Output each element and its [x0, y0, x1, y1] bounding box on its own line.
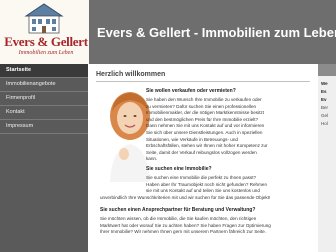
section-body-verkaufen: Sie haben den Wunsch Ihre Immobilie zu v… — [146, 97, 314, 163]
text-line: Seite, damit der Verkauf reibungslos vol… — [146, 149, 257, 155]
section-body-beratung: Sie möchten wissen, ob die Immobilie, di… — [100, 216, 314, 236]
house-logo-icon — [24, 3, 64, 34]
sidebar-item-kontakt[interactable]: Kontakt — [0, 106, 88, 120]
logo-text: Evers & Gellert — [4, 34, 88, 49]
text-line: Situationen, wie Verkäufe in Betreuungs-… — [146, 136, 238, 142]
text-line: sie mit uns Kontakt auf und teilen Sie u… — [146, 188, 260, 194]
text-line: Sie sich über unsere Dienstleistungen. A… — [146, 129, 263, 135]
section-heading-suchen: Sie suchen eine Immobilie? — [146, 166, 212, 172]
sidebar-item-startseite[interactable]: Startseite — [0, 64, 88, 78]
text-line: kann. — [146, 156, 158, 162]
section-heading-beratung: Sie suchen einen Ansprechpartner für Ber… — [100, 207, 256, 213]
right-text: Gel — [321, 113, 329, 118]
text-line: Marktwert hat oder worauf Sie zu achten … — [100, 222, 271, 228]
text-line: und den bestmöglichen Preis für Ihre Imm… — [146, 116, 259, 122]
text-line: Sie möchten wissen, ob die Immobilie, di… — [100, 216, 257, 221]
title-divider — [96, 81, 310, 82]
right-text: Es — [321, 89, 327, 94]
text-line: unverbindlich Ihre Wunschkriterien mit u… — [100, 195, 271, 200]
section-heading-verkaufen: Sie wollen verkaufen oder vermieten? — [146, 88, 236, 94]
text-line: Ihrer Immobilie? Wir nehmen Ihnen gern m… — [100, 229, 266, 235]
sidebar-item-firmenprofil[interactable]: Firmenprofil — [0, 92, 88, 106]
text-line: Immobilienmakler, der die nötigen Marktk… — [146, 110, 264, 116]
text-line: Erbschaftsfällen, stehen wir Ihnen mit h… — [146, 143, 268, 149]
logo[interactable]: Evers & Gellert Immobilien zum Leben — [0, 0, 89, 64]
site-header: Evers & Gellert Immobilien zum Leben Eve… — [0, 0, 336, 64]
right-text: Hol — [321, 121, 328, 126]
right-text: We — [321, 81, 328, 86]
section-body-suchen: Sie suchen eine Immobilie die perfekt zu… — [146, 175, 314, 195]
sidebar-item-impressum[interactable]: Impressum — [0, 120, 88, 134]
site-title: Evers & Gellert - Immobilien zum Leben - — [97, 25, 336, 40]
right-column-header — [318, 64, 336, 76]
page-title: Herzlich willkommen — [96, 71, 166, 78]
text-line: Haben aber Ihr Traumobjekt noch nicht ge… — [146, 181, 268, 187]
text-line: Sie suchen eine Immobilie die perfekt zu… — [146, 175, 257, 180]
text-line: Sie haben den Wunsch Ihre Immobilie zu v… — [146, 97, 262, 102]
right-text: Ber — [321, 105, 329, 110]
right-info-column: We Es Ev Ber Gel Hol — [318, 64, 336, 252]
sidebar-nav: Startseite Immobilienangebote Firmenprof… — [0, 64, 88, 252]
main-content: Herzlich willkommen Sie wollen verkaufen… — [88, 64, 318, 252]
right-text: Ev — [321, 97, 327, 102]
text-line: zu vermieten? Dafür suchen Sie einen pro… — [146, 103, 257, 109]
logo-tagline: Immobilien zum Leben — [18, 50, 74, 56]
text-line: Dann nehmen Sie mit uns Kontakt auf und … — [146, 123, 265, 129]
sidebar-item-immobilienangebote[interactable]: Immobilienangebote — [0, 78, 88, 92]
